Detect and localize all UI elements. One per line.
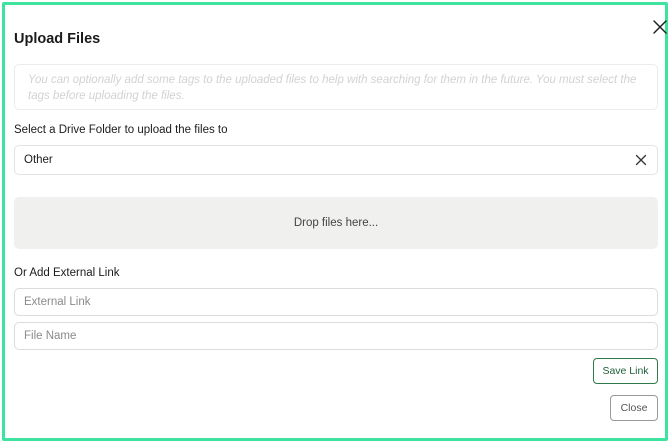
clear-icon (635, 154, 647, 166)
dialog-close-button[interactable] (650, 17, 670, 37)
folder-select[interactable]: Other (14, 145, 658, 175)
folder-clear-button[interactable] (634, 153, 648, 167)
save-link-button[interactable]: Save Link (593, 358, 658, 384)
file-dropzone[interactable]: Drop files here... (14, 197, 658, 249)
tags-input[interactable]: You can optionally add some tags to the … (14, 64, 658, 110)
dropzone-text: Drop files here... (293, 217, 379, 229)
external-link-input[interactable] (14, 288, 658, 316)
close-icon (653, 20, 667, 34)
close-button[interactable]: Close (610, 395, 658, 421)
dialog-title: Upload Files (14, 31, 101, 47)
upload-files-dialog: Upload Files You can optionally add some… (2, 2, 668, 441)
file-name-input[interactable] (14, 322, 658, 350)
external-link-label: Or Add External Link (14, 267, 120, 279)
folder-label: Select a Drive Folder to upload the file… (14, 124, 228, 136)
folder-selected-value: Other (24, 154, 53, 166)
